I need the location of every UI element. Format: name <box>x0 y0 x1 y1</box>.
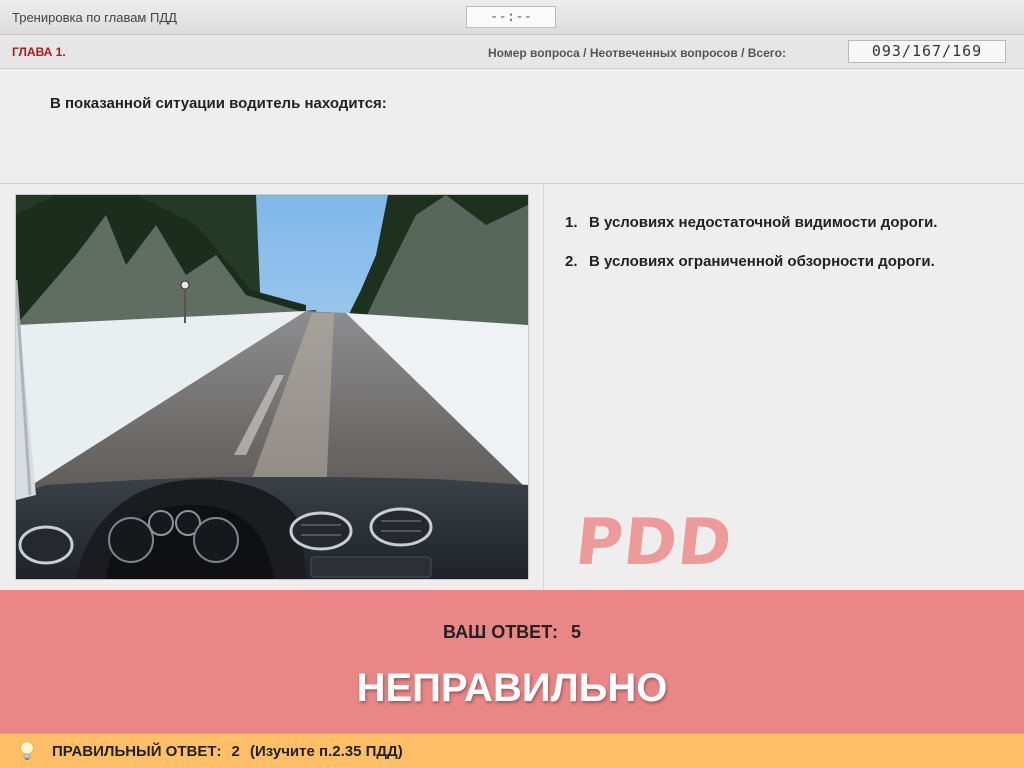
answer-option-1[interactable]: 1. В условиях недостаточной видимости дор… <box>565 214 937 231</box>
vertical-divider <box>543 184 544 590</box>
question-photo <box>15 194 529 580</box>
correct-answer-text: ПРАВИЛЬНЫЙ ОТВЕТ: 2 (Изучите п.2.35 ПДД) <box>52 743 409 760</box>
lightbulb-icon <box>18 740 36 767</box>
answer-number: 2. <box>565 253 578 270</box>
answer-number: 1. <box>565 214 578 231</box>
result-panel: ВАШ ОТВЕТ: 5 НЕПРАВИЛЬНО <box>0 590 1024 733</box>
your-answer-label: ВАШ ОТВЕТ: <box>443 622 558 642</box>
top-bar: Тренировка по главам ПДД --:-- <box>0 0 1024 35</box>
winter-road-photo <box>16 195 528 579</box>
app-title: Тренировка по главам ПДД <box>12 10 177 25</box>
study-reference-link[interactable]: (Изучите п.2.35 ПДД) <box>250 743 403 760</box>
chapter-label: ГЛАВА 1. <box>12 45 66 59</box>
chapter-bar: ГЛАВА 1. Номер вопроса / Неотвеченных во… <box>0 35 1024 69</box>
your-answer-line: ВАШ ОТВЕТ: 5 <box>0 622 1024 643</box>
question-area: В показанной ситуации водитель находится… <box>0 69 1024 184</box>
answer-text: В условиях ограниченной обзорности дорог… <box>589 253 935 270</box>
question-counter-label: Номер вопроса / Неотвеченных вопросов / … <box>488 46 786 60</box>
correct-answer-label: ПРАВИЛЬНЫЙ ОТВЕТ: <box>52 743 222 760</box>
answer-option-2[interactable]: 2. В условиях ограниченной обзорности дор… <box>565 253 937 270</box>
your-answer-value: 5 <box>570 622 581 642</box>
correct-answer-value: 2 <box>231 743 240 760</box>
question-counter: 093/167/169 <box>848 40 1006 63</box>
correct-answer-bar: ПРАВИЛЬНЫЙ ОТВЕТ: 2 (Изучите п.2.35 ПДД) <box>0 733 1024 768</box>
answer-text: В условиях недостаточной видимости дорог… <box>589 214 938 231</box>
question-text: В показанной ситуации водитель находится… <box>50 95 387 112</box>
content-area: 1. В условиях недостаточной видимости дор… <box>0 184 1024 654</box>
verdict-text: НЕПРАВИЛЬНО <box>356 666 668 710</box>
timer-display: --:-- <box>466 6 556 28</box>
answers-list: 1. В условиях недостаточной видимости дор… <box>565 214 937 292</box>
